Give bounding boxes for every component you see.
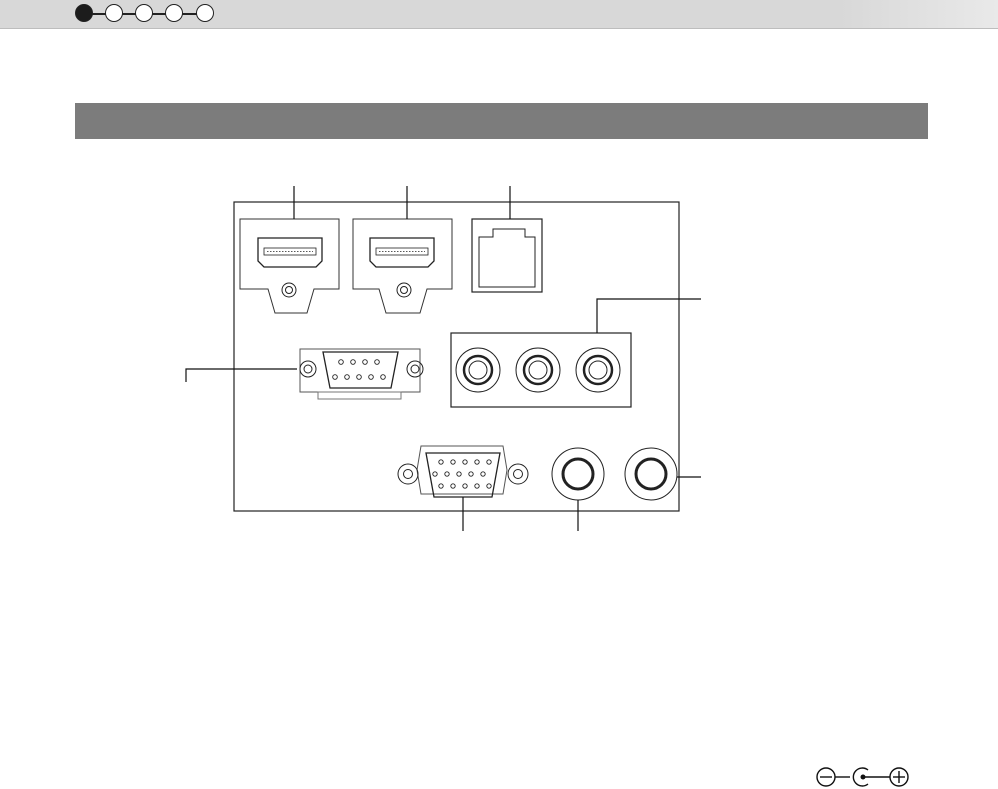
dc-polarity-icon	[816, 767, 909, 787]
audio-jack-icon	[551, 447, 605, 501]
hdmi-port-2-icon	[352, 218, 453, 314]
rca-jacks-icon	[450, 332, 632, 408]
lan-port-icon	[471, 218, 543, 293]
rear-panel-diagram	[185, 186, 701, 531]
hdmi-port-1-icon	[239, 218, 340, 314]
vga-port-icon	[397, 445, 529, 498]
leader-line-rca	[596, 298, 701, 333]
serial-port-icon	[299, 348, 424, 400]
leader-line-serial	[185, 368, 297, 382]
dc-jack-icon	[624, 447, 678, 501]
